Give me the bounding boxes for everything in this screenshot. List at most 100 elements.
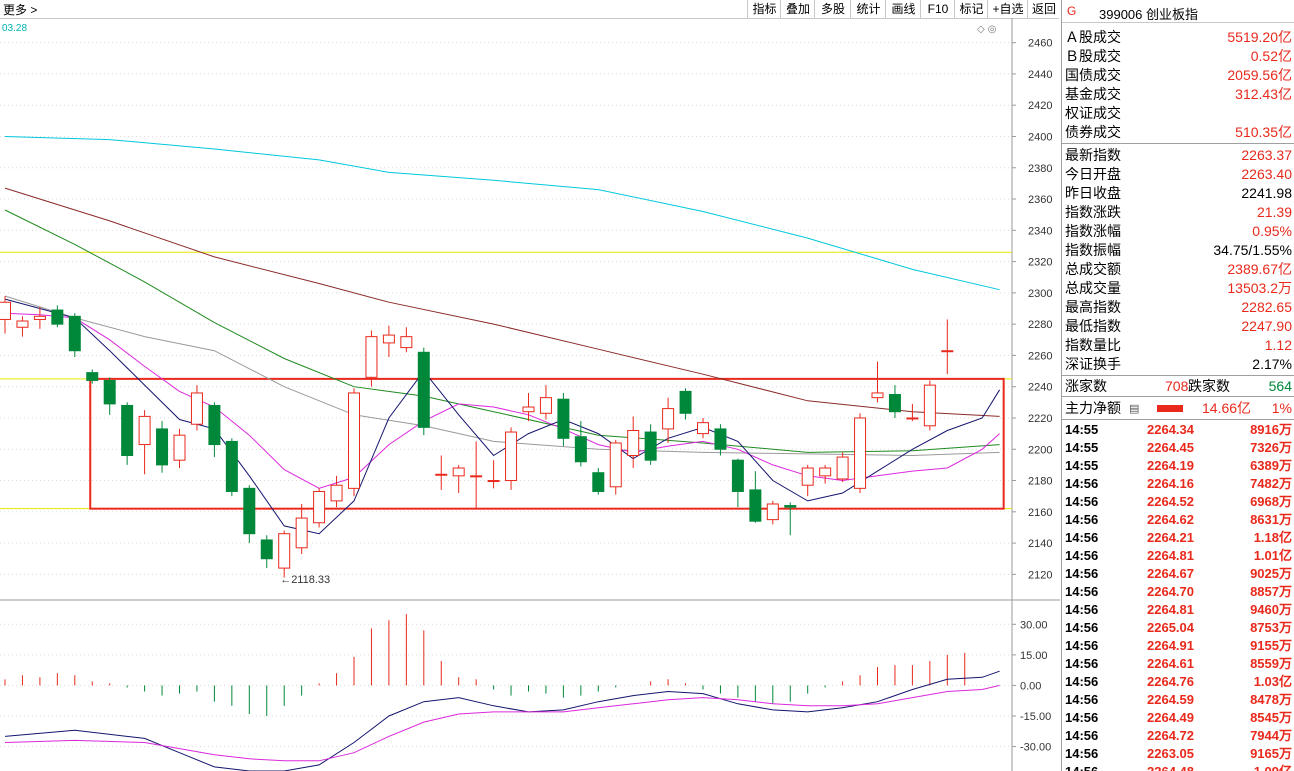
candle	[784, 502, 797, 536]
candle-body	[400, 336, 413, 349]
tick-volume: 7944万	[1250, 728, 1292, 743]
tick-volume: 8916万	[1250, 422, 1292, 437]
candle-body	[941, 350, 954, 353]
candle	[749, 471, 762, 523]
tick-price: 2264.81	[1147, 548, 1194, 563]
stat-row: 总成交额 2389.67亿	[1062, 260, 1294, 279]
back-button[interactable]: 返回	[1027, 0, 1060, 18]
candle-body	[278, 533, 291, 569]
chart-grid	[0, 18, 1060, 771]
candle-body	[801, 467, 814, 486]
stat-row: 指数涨跌 21.39	[1062, 203, 1294, 222]
candle-body	[487, 480, 500, 483]
price-tick-label: 2140	[1028, 538, 1052, 550]
price-tick-label: 2180	[1028, 476, 1052, 488]
tick-volume: 9460万	[1250, 602, 1292, 617]
candle	[243, 485, 256, 544]
tick-volume: 8478万	[1250, 692, 1292, 707]
stat-value: 2247.90	[1241, 318, 1292, 334]
stat-label: 指数振幅	[1065, 242, 1121, 258]
candle	[16, 316, 29, 337]
main-flow-label: 主力净额	[1065, 400, 1121, 416]
turnover-value: 5519.20亿	[1227, 29, 1292, 45]
breadth-row: 涨家数 708 跌家数 564	[1062, 377, 1294, 396]
tick-time: 14:56	[1065, 602, 1099, 617]
stat-label: 总成交额	[1065, 261, 1121, 277]
tick-row: 14:56 2264.16 7482万	[1062, 475, 1294, 493]
more-menu-button[interactable]: 更多 >	[3, 1, 37, 18]
stat-value: 2241.98	[1241, 185, 1292, 201]
candle	[888, 385, 901, 418]
overlay-button[interactable]: 叠加	[780, 0, 815, 18]
tick-time: 14:56	[1065, 512, 1099, 527]
price-tick-label: 2380	[1028, 163, 1052, 175]
tick-volume: 9155万	[1250, 638, 1292, 653]
min-price-label: ←2118.33	[280, 574, 330, 586]
candle	[173, 428, 186, 469]
stat-label: 指数涨跌	[1065, 204, 1121, 220]
stat-value: 2263.40	[1241, 166, 1292, 182]
tick-price: 2264.21	[1147, 530, 1194, 545]
price-tick-label: 2120	[1028, 569, 1052, 581]
tick-time: 14:56	[1065, 638, 1099, 653]
candles	[0, 295, 954, 578]
statistics-button[interactable]: 统计	[850, 0, 886, 18]
candle-body	[138, 415, 151, 446]
stat-value: 2.17%	[1252, 356, 1292, 372]
candle	[644, 424, 657, 465]
stat-value: 2263.37	[1241, 147, 1292, 163]
main-flow-value: 14.66亿	[1202, 400, 1252, 416]
candle-body	[435, 473, 448, 476]
candle-body	[16, 320, 29, 328]
turnover-row: 债券成交 510.35亿	[1062, 123, 1294, 142]
candle	[278, 530, 291, 578]
tick-price: 2264.81	[1147, 602, 1194, 617]
tick-price: 2264.52	[1147, 494, 1194, 509]
f10-button[interactable]: F10	[920, 0, 955, 18]
candle-body	[243, 487, 256, 535]
tick-time: 14:56	[1065, 548, 1099, 563]
tick-volume: 1.09亿	[1254, 763, 1292, 771]
candle	[627, 416, 640, 469]
indicator-tick-label: -30.00	[1020, 742, 1051, 754]
divider	[1062, 419, 1294, 420]
stat-value: 13503.2万	[1227, 280, 1292, 296]
turnover-label: 基金成交	[1065, 86, 1121, 102]
ma-line-magenta	[4, 312, 1000, 489]
draw-line-button[interactable]: 画线	[885, 0, 921, 18]
tick-row: 14:55 2264.45 7326万	[1062, 439, 1294, 457]
indicator-button[interactable]: 指标	[747, 0, 781, 18]
candle-body	[505, 431, 518, 482]
tick-time: 14:56	[1065, 584, 1099, 599]
stat-label: 指数量比	[1065, 337, 1121, 353]
candle	[505, 427, 518, 490]
add-watchlist-button[interactable]: +自选	[987, 0, 1028, 18]
tick-price: 2264.34	[1147, 422, 1194, 437]
stat-row: 指数量比 1.12	[1062, 336, 1294, 355]
tick-volume: 8631万	[1250, 512, 1292, 527]
list-icon[interactable]: ▤	[1129, 400, 1139, 419]
stat-row: 最高指数 2282.65	[1062, 298, 1294, 317]
turnover-label: 国债成交	[1065, 67, 1121, 83]
indicator-tick-label: 0.00	[1020, 680, 1041, 692]
turnover-row: Ａ股成交 5519.20亿	[1062, 28, 1294, 47]
main-flow-bar	[1157, 405, 1183, 412]
candle-body	[348, 392, 360, 489]
kline-chart[interactable]: 2460 2440 2420 2400 2380 2360 2340 2320 2300 2280…	[0, 18, 1060, 771]
panel-header: G 399006 创业板指	[1062, 0, 1294, 23]
stat-row: 最低指数 2247.90	[1062, 317, 1294, 336]
candle	[470, 441, 483, 509]
price-tick-label: 2340	[1028, 225, 1052, 237]
multi-stock-button[interactable]: 多股	[814, 0, 851, 18]
g-badge[interactable]: G	[1067, 4, 1076, 18]
candle	[417, 347, 430, 436]
candle-body	[417, 351, 430, 428]
candle	[225, 438, 238, 497]
price-tick-label: 2440	[1028, 69, 1052, 81]
tick-volume: 7482万	[1250, 476, 1292, 491]
candle-body	[923, 384, 936, 427]
tick-time: 14:56	[1065, 674, 1099, 689]
tick-price: 2263.05	[1147, 746, 1194, 761]
mark-button[interactable]: 标记	[954, 0, 988, 18]
stat-label: 深证换手	[1065, 356, 1121, 372]
